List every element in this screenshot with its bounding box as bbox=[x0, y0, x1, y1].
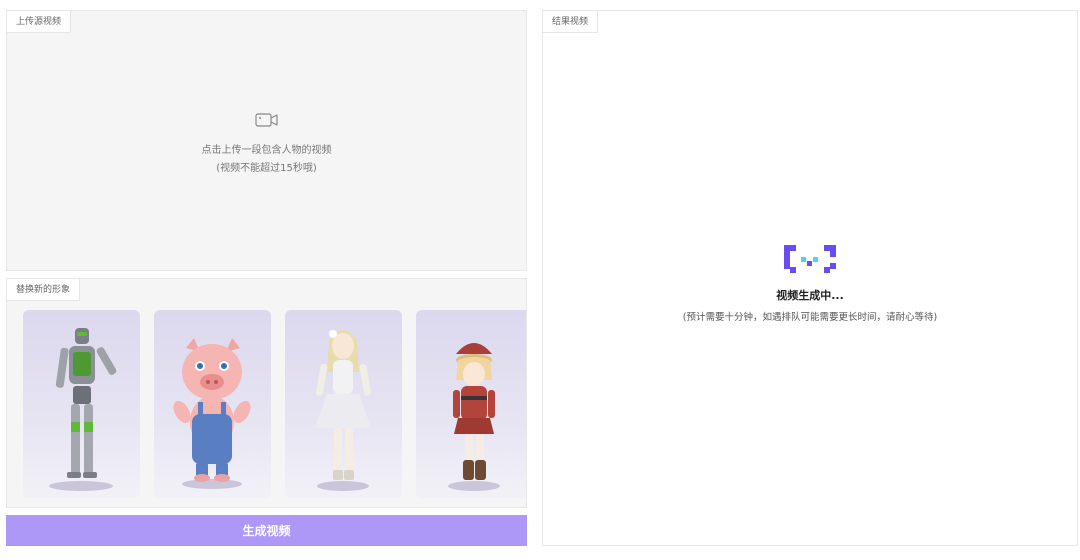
avatar-card-robot[interactable] bbox=[23, 310, 140, 498]
upload-prompt: 点击上传一段包含人物的视频 bbox=[201, 145, 332, 156]
loading-spinner-icon bbox=[782, 243, 838, 275]
video-camera-icon bbox=[254, 111, 279, 129]
result-video-panel: 结果视频 视频生成中... (预计需要十分钟，如遇排队可能需要更长时间，请耐心等… bbox=[542, 10, 1078, 546]
generate-video-button[interactable]: 生成视频 bbox=[6, 515, 527, 546]
result-tab-label: 结果视频 bbox=[543, 11, 599, 33]
avatar-selection-panel: 替换新的形象 bbox=[6, 278, 527, 508]
upload-tab-label: 上传源视频 bbox=[7, 11, 72, 33]
avatar-card-pig[interactable] bbox=[154, 310, 271, 498]
upload-limit-note: (视频不能超过15秒哦) bbox=[216, 163, 317, 174]
upload-video-area[interactable]: 上传源视频 点击上传一段包含人物的视频 (视频不能超过15秒哦) bbox=[6, 10, 527, 271]
avatar-tab-label: 替换新的形象 bbox=[7, 279, 81, 301]
generation-status-title: 视频生成中... bbox=[776, 289, 844, 302]
generation-status-note: (预计需要十分钟，如遇排队可能需要更长时间，请耐心等待) bbox=[682, 312, 938, 323]
avatar-card-red-hat-girl[interactable] bbox=[416, 310, 526, 498]
avatar-card-blonde-girl[interactable] bbox=[285, 310, 402, 498]
